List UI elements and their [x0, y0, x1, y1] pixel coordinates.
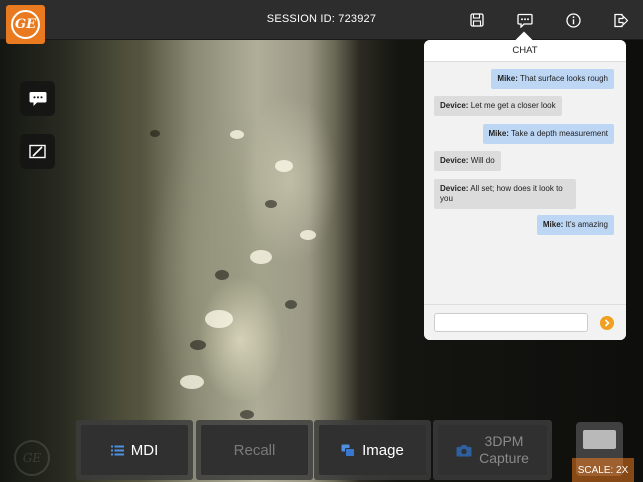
info-icon[interactable] [563, 10, 583, 30]
image-label: Image [362, 441, 404, 459]
message-text: Will do [468, 156, 495, 165]
chat-compose-bar [424, 304, 626, 340]
message-sender: Mike: [542, 220, 564, 229]
message-text: Let me get a closer look [468, 101, 556, 110]
image-stack-icon [341, 444, 356, 457]
chat-title: CHAT [424, 40, 626, 62]
message-sender: Device: [440, 101, 469, 110]
slash-square-icon [29, 144, 46, 159]
annotation-toggle-button[interactable] [20, 134, 55, 169]
chat-icon[interactable] [515, 10, 535, 30]
send-button[interactable] [600, 316, 614, 330]
chat-message: Mike: Take a depth measurement [482, 124, 614, 144]
scale-control[interactable]: SCALE: 2X [572, 420, 634, 482]
message-text: That surface looks rough [517, 74, 608, 83]
message-sender: Device: [440, 156, 469, 165]
chat-message: Device: All set; how does it look to you [434, 179, 576, 209]
scale-label: SCALE: 2X [572, 458, 634, 482]
image-button[interactable]: Image [314, 420, 431, 480]
mdi-label: MDI [130, 441, 159, 459]
ge-watermark: GE [14, 440, 50, 476]
chat-message: Device: Let me get a closer look [434, 96, 562, 116]
chat-messages: Mike: That surface looks rough Device: L… [424, 62, 626, 304]
chat-panel: CHAT Mike: That surface looks rough Devi… [424, 40, 626, 340]
message-text: It's amazing [563, 220, 608, 229]
capture-label-line1: 3DPM [484, 433, 524, 449]
chat-message: Mike: That surface looks rough [491, 69, 614, 89]
list-icon [110, 445, 124, 455]
chat-toggle-button[interactable] [20, 81, 55, 116]
ge-logo: GE [6, 5, 45, 44]
chat-message: Device: Will do [434, 151, 501, 171]
chat-message-input[interactable] [434, 313, 588, 332]
chat-message: Mike: It's amazing [536, 215, 614, 235]
recall-label: Recall [233, 441, 276, 459]
exit-icon[interactable] [611, 10, 631, 30]
camera-icon [456, 444, 472, 456]
message-sender: Device: [440, 184, 469, 193]
arrow-right-icon [604, 319, 610, 327]
mdi-button[interactable]: MDI [76, 420, 193, 480]
top-bar: SESSION ID: 723927 [0, 0, 643, 40]
capture-label-line2: Capture [479, 450, 529, 466]
ge-logo-mark: GE [11, 10, 40, 39]
3dpm-capture-button[interactable]: 3DPM Capture [433, 420, 552, 480]
message-text: Take a depth measurement [508, 129, 608, 138]
scale-toggle-knob [583, 430, 616, 449]
message-sender: Mike: [497, 74, 518, 83]
chat-bubble-icon [29, 91, 46, 106]
save-icon[interactable] [467, 10, 487, 30]
recall-button[interactable]: Recall [196, 420, 313, 480]
message-sender: Mike: [488, 129, 509, 138]
session-id-label: SESSION ID: 723927 [266, 13, 377, 25]
